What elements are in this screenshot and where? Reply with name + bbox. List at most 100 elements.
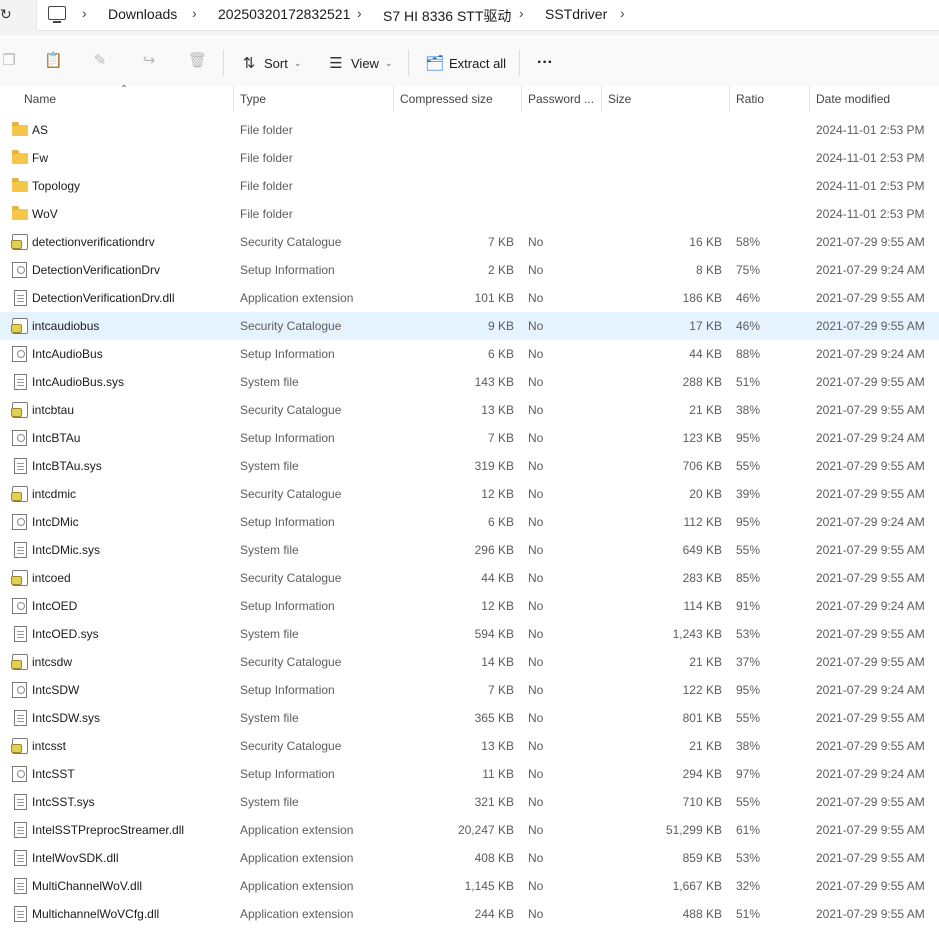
file-name: intcbtau — [32, 403, 75, 417]
file-name: MultichannelWoVCfg.dll — [32, 907, 160, 921]
breadcrumb-driver-folder[interactable]: S7 HI 8336 STT驱动 — [383, 6, 511, 26]
file-row[interactable]: IntcSST.sys System file 321 KB No 710 KB 55% 2… — [0, 788, 939, 816]
file-row[interactable]: IntcOED.sys System file 594 KB No 1,243 KB 53… — [0, 620, 939, 648]
file-compressed-size: 7 KB — [487, 431, 514, 445]
share-icon[interactable]: ↪ — [140, 52, 158, 70]
file-size: 1,667 KB — [672, 879, 722, 893]
file-row[interactable]: intcbtau Security Catalogue 13 KB No 21 KB 38… — [0, 396, 939, 424]
chevron-right-icon[interactable]: › — [620, 5, 625, 21]
chevron-right-icon[interactable]: › — [82, 5, 87, 21]
column-divider[interactable] — [729, 86, 730, 112]
file-row[interactable]: IntcAudioBus.sys System file 143 KB No 288 K… — [0, 368, 939, 396]
file-row[interactable]: IntcDMic Setup Information 6 KB No 112 KB 95%… — [0, 508, 939, 536]
file-type: Security Catalogue — [240, 739, 342, 753]
this-pc-icon[interactable] — [48, 6, 66, 23]
rename-icon[interactable]: ✎ — [91, 52, 109, 70]
chevron-right-icon[interactable]: › — [192, 5, 197, 21]
file-row[interactable]: IntcSST Setup Information 11 KB No 294 KB 97%… — [0, 760, 939, 788]
delete-icon[interactable]: 🗑 — [188, 52, 207, 70]
breadcrumb-sstdriver[interactable]: SSTdriver — [545, 6, 607, 22]
file-compressed-size: 14 KB — [481, 655, 514, 669]
file-row[interactable]: IntcSDW.sys System file 365 KB No 801 KB 55% 2… — [0, 704, 939, 732]
view-button[interactable]: ☰ View ⌄ — [327, 52, 392, 74]
column-divider[interactable] — [809, 86, 810, 112]
file-size: 710 KB — [682, 795, 722, 809]
file-type: System file — [240, 627, 299, 641]
column-divider[interactable] — [601, 86, 602, 112]
file-type: Setup Information — [240, 263, 335, 277]
file-compressed-size: 20,247 KB — [457, 823, 514, 837]
file-icon — [14, 794, 27, 810]
file-row[interactable]: IntelSSTPreprocStreamer.dll Application e… — [0, 816, 939, 844]
sort-button[interactable]: ⇅ Sort ⌄ — [240, 52, 302, 74]
setup-info-icon — [12, 766, 27, 782]
file-ratio: 95% — [736, 683, 761, 697]
column-divider[interactable] — [521, 86, 522, 112]
column-compressed-size[interactable]: Compressed size — [400, 92, 493, 106]
file-date-modified: 2021-07-29 9:55 AM — [816, 291, 925, 305]
file-name: intcsst — [32, 739, 67, 753]
file-password: No — [528, 683, 544, 697]
file-type: System file — [240, 711, 299, 725]
file-row[interactable]: IntcSDW Setup Information 7 KB No 122 KB 95% 2… — [0, 676, 939, 704]
file-compressed-size: 12 KB — [481, 599, 514, 613]
breadcrumb-downloads[interactable]: Downloads — [108, 6, 177, 22]
file-row[interactable]: intcsdw Security Catalogue 14 KB No 21 KB 37%… — [0, 648, 939, 676]
extract-all-button[interactable]: 🗂 Extract all — [425, 52, 506, 74]
paste-icon[interactable]: 📋 — [44, 52, 63, 70]
chevron-right-icon[interactable]: › — [357, 5, 362, 21]
file-row[interactable]: intcaudiobus Security Catalogue 9 KB No 17 K… — [0, 312, 939, 340]
file-password: No — [528, 879, 544, 893]
address-bar: ↻ › Downloads › 20250320172832521 › S7 H… — [0, 0, 939, 36]
file-row[interactable]: DetectionVerificationDrv.dll Application … — [0, 284, 939, 312]
column-size[interactable]: Size — [608, 92, 631, 106]
file-row[interactable]: intcdmic Security Catalogue 12 KB No 20 KB 39… — [0, 480, 939, 508]
file-row[interactable]: IntcAudioBus Setup Information 6 KB No 44 KB… — [0, 340, 939, 368]
file-row[interactable]: intcsst Security Catalogue 13 KB No 21 KB 38%… — [0, 732, 939, 760]
setup-info-icon — [12, 514, 27, 530]
file-compressed-size: 13 KB — [481, 403, 514, 417]
file-row[interactable]: MultichannelWoVCfg.dll Application extens… — [0, 900, 939, 928]
refresh-icon[interactable]: ↻ — [0, 6, 20, 26]
file-row[interactable]: DetectionVerificationDrv Setup Informatio… — [0, 256, 939, 284]
column-divider[interactable] — [233, 86, 234, 112]
file-name: IntcSST.sys — [32, 795, 95, 809]
more-options-button[interactable]: ··· — [537, 52, 553, 74]
column-ratio[interactable]: Ratio — [736, 92, 764, 106]
sort-ascending-icon: ⌃ — [120, 84, 129, 95]
file-type: Setup Information — [240, 515, 335, 529]
file-row[interactable]: IntcOED Setup Information 12 KB No 114 KB 91%… — [0, 592, 939, 620]
copy-icon[interactable]: ❐ — [0, 52, 18, 70]
file-type: File folder — [240, 179, 293, 193]
file-compressed-size: 6 KB — [487, 347, 514, 361]
file-compressed-size: 1,145 KB — [464, 879, 514, 893]
file-name: intcoed — [32, 571, 71, 585]
file-icon — [14, 374, 27, 390]
file-size: 706 KB — [682, 459, 722, 473]
file-type: System file — [240, 795, 299, 809]
file-password: No — [528, 627, 544, 641]
breadcrumb-archive[interactable]: 20250320172832521 — [218, 6, 350, 22]
file-row[interactable]: IntcBTAu Setup Information 7 KB No 123 KB 95%… — [0, 424, 939, 452]
file-name: MultiChannelWoV.dll — [32, 879, 143, 893]
file-row[interactable]: IntcDMic.sys System file 296 KB No 649 KB 55%… — [0, 536, 939, 564]
file-row[interactable]: WoV File folder 2024-11-01 2:53 PM — [0, 200, 939, 228]
file-row[interactable]: IntelWovSDK.dll Application extension 408 … — [0, 844, 939, 872]
file-date-modified: 2021-07-29 9:55 AM — [816, 487, 925, 501]
folder-icon — [12, 150, 28, 164]
file-row[interactable]: Fw File folder 2024-11-01 2:53 PM — [0, 144, 939, 172]
column-date-modified[interactable]: Date modified — [816, 92, 890, 106]
file-row[interactable]: intcoed Security Catalogue 44 KB No 283 KB 85… — [0, 564, 939, 592]
column-divider[interactable] — [393, 86, 394, 112]
file-row[interactable]: IntcBTAu.sys System file 319 KB No 706 KB 55%… — [0, 452, 939, 480]
column-type[interactable]: Type — [240, 92, 266, 106]
file-row[interactable]: AS File folder 2024-11-01 2:53 PM — [0, 116, 939, 144]
file-row[interactable]: MultiChannelWoV.dll Application extension… — [0, 872, 939, 900]
column-name[interactable]: Name — [24, 92, 56, 106]
file-type: Application extension — [240, 851, 354, 865]
file-row[interactable]: detectionverificationdrv Security Catalog… — [0, 228, 939, 256]
chevron-right-icon[interactable]: › — [519, 5, 524, 21]
file-date-modified: 2021-07-29 9:55 AM — [816, 235, 925, 249]
column-password[interactable]: Password ... — [528, 92, 594, 106]
file-row[interactable]: Topology File folder 2024-11-01 2:53 PM — [0, 172, 939, 200]
